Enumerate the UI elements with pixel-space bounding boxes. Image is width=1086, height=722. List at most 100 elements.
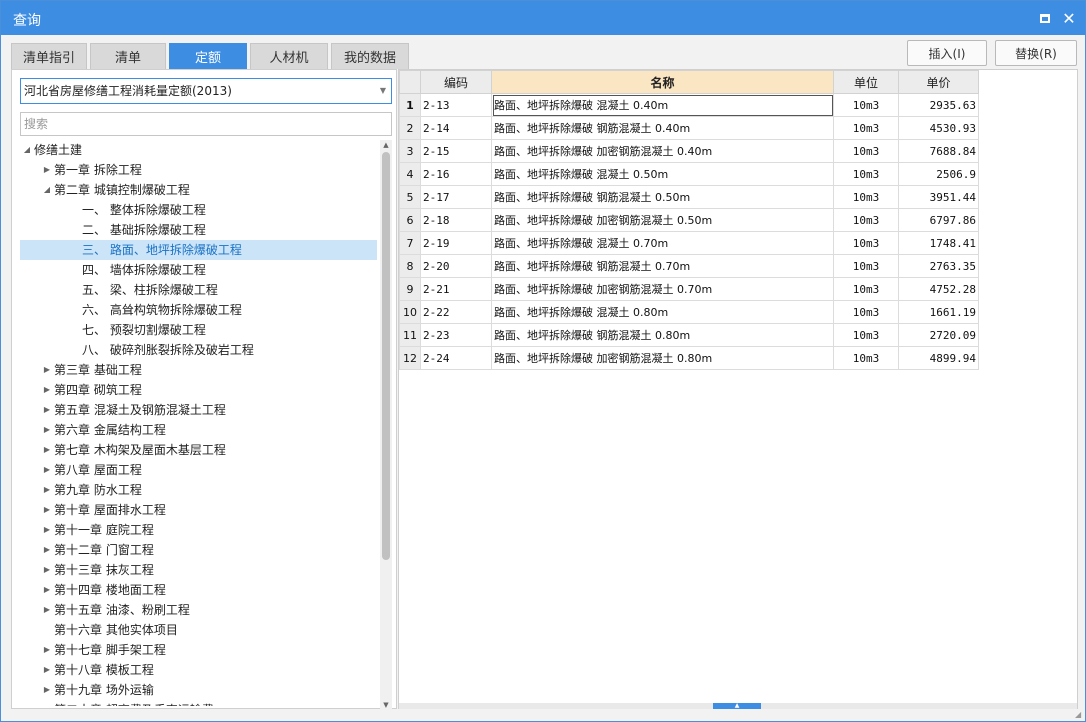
cell-name[interactable]: 路面、地坪拆除爆破 钢筋混凝土 0.70m — [491, 254, 834, 278]
cell-unit[interactable]: 10m3 — [833, 185, 899, 209]
cell-unit[interactable]: 10m3 — [833, 139, 899, 163]
cell-price[interactable]: 2720.09 — [898, 323, 979, 347]
scroll-down-icon[interactable]: ▼ — [380, 700, 392, 710]
row-number[interactable]: 8 — [399, 254, 421, 278]
tree-node[interactable]: ▶ 第十三章 抹灰工程 — [20, 560, 377, 580]
cell-code[interactable]: 2-19 — [420, 231, 492, 255]
cell-code[interactable]: 2-24 — [420, 346, 492, 370]
tab-list[interactable]: 清单 — [90, 43, 166, 69]
row-number[interactable]: 1 — [399, 93, 421, 117]
tree-node[interactable]: ▶ 第九章 防水工程 — [20, 480, 377, 500]
table-row[interactable]: 11 2-23 路面、地坪拆除爆破 钢筋混凝土 0.80m 10m3 2720.09 — [399, 323, 979, 347]
cell-name[interactable]: 路面、地坪拆除爆破 混凝土 0.40m — [491, 93, 834, 117]
cell-unit[interactable]: 10m3 — [833, 208, 899, 232]
cell-name[interactable]: 路面、地坪拆除爆破 混凝土 0.80m — [491, 300, 834, 324]
row-number[interactable]: 9 — [399, 277, 421, 301]
triangle-down-icon[interactable]: ◢ — [42, 180, 52, 200]
cell-name[interactable]: 路面、地坪拆除爆破 钢筋混凝土 0.80m — [491, 323, 834, 347]
splitter-grip-icon[interactable]: ▲ — [713, 703, 761, 709]
tree-node[interactable]: 七、 预裂切割爆破工程 — [20, 320, 377, 340]
cell-price[interactable]: 3951.44 — [898, 185, 979, 209]
tree-node[interactable]: ▶ 第十七章 脚手架工程 — [20, 640, 377, 660]
table-row[interactable]: 5 2-17 路面、地坪拆除爆破 钢筋混凝土 0.50m 10m3 3951.44 — [399, 185, 979, 209]
cell-code[interactable]: 2-14 — [420, 116, 492, 140]
tree-node[interactable]: 六、 高耸构筑物拆除爆破工程 — [20, 300, 377, 320]
search-input[interactable] — [20, 112, 392, 136]
triangle-right-icon[interactable]: ▶ — [42, 380, 52, 400]
tree-node[interactable]: ▶ 第一章 拆除工程 — [20, 160, 377, 180]
cell-code[interactable]: 2-18 — [420, 208, 492, 232]
title-bar[interactable]: 查询 ✕ — [1, 1, 1085, 35]
triangle-right-icon[interactable]: ▶ — [42, 640, 52, 660]
cell-name[interactable]: 路面、地坪拆除爆破 加密钢筋混凝土 0.80m — [491, 346, 834, 370]
cell-unit[interactable]: 10m3 — [833, 254, 899, 278]
tab-my-data[interactable]: 我的数据 — [331, 43, 409, 69]
cell-name[interactable]: 路面、地坪拆除爆破 加密钢筋混凝土 0.40m — [491, 139, 834, 163]
table-row[interactable]: 1 2-13 路面、地坪拆除爆破 混凝土 0.40m 10m3 2935.63 — [399, 93, 979, 117]
row-number[interactable]: 12 — [399, 346, 421, 370]
table-row[interactable]: 8 2-20 路面、地坪拆除爆破 钢筋混凝土 0.70m 10m3 2763.35 — [399, 254, 979, 278]
tree-node[interactable]: 二、 基础拆除爆破工程 — [20, 220, 377, 240]
tree-node[interactable]: ▶ 第十四章 楼地面工程 — [20, 580, 377, 600]
triangle-right-icon[interactable]: ▶ — [42, 680, 52, 700]
cell-code[interactable]: 2-23 — [420, 323, 492, 347]
cell-price[interactable]: 1748.41 — [898, 231, 979, 255]
cell-price[interactable]: 4530.93 — [898, 116, 979, 140]
cell-price[interactable]: 2506.9 — [898, 162, 979, 186]
triangle-right-icon[interactable]: ▶ — [42, 160, 52, 180]
cell-unit[interactable]: 10m3 — [833, 346, 899, 370]
resize-grip-icon[interactable]: ◢ — [1075, 711, 1083, 719]
triangle-right-icon[interactable]: ▶ — [42, 460, 52, 480]
tree-node[interactable]: 五、 梁、柱拆除爆破工程 — [20, 280, 377, 300]
tree-node[interactable]: ▶ 第五章 混凝土及钢筋混凝土工程 — [20, 400, 377, 420]
cell-code[interactable]: 2-21 — [420, 277, 492, 301]
triangle-right-icon[interactable]: ▶ — [42, 400, 52, 420]
row-number[interactable]: 11 — [399, 323, 421, 347]
header-price[interactable]: 单价 — [898, 70, 979, 94]
tree-node[interactable]: ▶ 第四章 砌筑工程 — [20, 380, 377, 400]
triangle-right-icon[interactable]: ▶ — [42, 580, 52, 600]
tree-node[interactable]: 一、 整体拆除爆破工程 — [20, 200, 377, 220]
header-code[interactable]: 编码 — [420, 70, 492, 94]
triangle-right-icon[interactable]: ▶ — [42, 560, 52, 580]
triangle-right-icon[interactable]: ▶ — [42, 700, 52, 706]
insert-button[interactable]: 插入(I) — [907, 40, 987, 66]
cell-unit[interactable]: 10m3 — [833, 277, 899, 301]
triangle-down-icon[interactable]: ◢ — [22, 140, 32, 160]
triangle-right-icon[interactable]: ▶ — [42, 520, 52, 540]
cell-unit[interactable]: 10m3 — [833, 231, 899, 255]
cell-name[interactable]: 路面、地坪拆除爆破 加密钢筋混凝土 0.70m — [491, 277, 834, 301]
cell-code[interactable]: 2-20 — [420, 254, 492, 278]
scrollbar-thumb[interactable] — [382, 152, 390, 560]
tree-node[interactable]: ▶ 第十一章 庭院工程 — [20, 520, 377, 540]
row-number[interactable]: 3 — [399, 139, 421, 163]
triangle-right-icon[interactable]: ▶ — [42, 600, 52, 620]
row-number[interactable]: 2 — [399, 116, 421, 140]
table-row[interactable]: 4 2-16 路面、地坪拆除爆破 混凝土 0.50m 10m3 2506.9 — [399, 162, 979, 186]
cell-price[interactable]: 2935.63 — [898, 93, 979, 117]
triangle-right-icon[interactable]: ▶ — [42, 360, 52, 380]
tree-node[interactable]: 八、 破碎剂胀裂拆除及破岩工程 — [20, 340, 377, 360]
triangle-right-icon[interactable]: ▶ — [42, 540, 52, 560]
triangle-right-icon[interactable]: ▶ — [42, 500, 52, 520]
maximize-button[interactable] — [1035, 8, 1055, 28]
tree-node[interactable]: ▶ 第十二章 门窗工程 — [20, 540, 377, 560]
tree-node[interactable]: ▶ 第三章 基础工程 — [20, 360, 377, 380]
cell-price[interactable]: 1661.19 — [898, 300, 979, 324]
tree-node[interactable]: 四、 墙体拆除爆破工程 — [20, 260, 377, 280]
library-select[interactable]: 河北省房屋修缮工程消耗量定额(2013) ▼ — [20, 78, 392, 104]
cell-unit[interactable]: 10m3 — [833, 323, 899, 347]
close-button[interactable]: ✕ — [1059, 8, 1079, 28]
row-number[interactable]: 7 — [399, 231, 421, 255]
header-unit[interactable]: 单位 — [833, 70, 899, 94]
tree-node[interactable]: ▶ 第七章 木构架及屋面木基层工程 — [20, 440, 377, 460]
cell-name[interactable]: 路面、地坪拆除爆破 加密钢筋混凝土 0.50m — [491, 208, 834, 232]
table-row[interactable]: 6 2-18 路面、地坪拆除爆破 加密钢筋混凝土 0.50m 10m3 6797.86 — [399, 208, 979, 232]
cell-name[interactable]: 路面、地坪拆除爆破 钢筋混凝土 0.40m — [491, 116, 834, 140]
scroll-up-icon[interactable]: ▲ — [380, 140, 392, 150]
horizontal-scrollbar[interactable]: ▲ — [399, 703, 1077, 709]
table-row[interactable]: 10 2-22 路面、地坪拆除爆破 混凝土 0.80m 10m3 1661.19 — [399, 300, 979, 324]
row-number[interactable]: 4 — [399, 162, 421, 186]
tree-scrollbar[interactable]: ▲ ▼ — [380, 140, 392, 710]
tree-node[interactable]: ▶ 第十八章 模板工程 — [20, 660, 377, 680]
